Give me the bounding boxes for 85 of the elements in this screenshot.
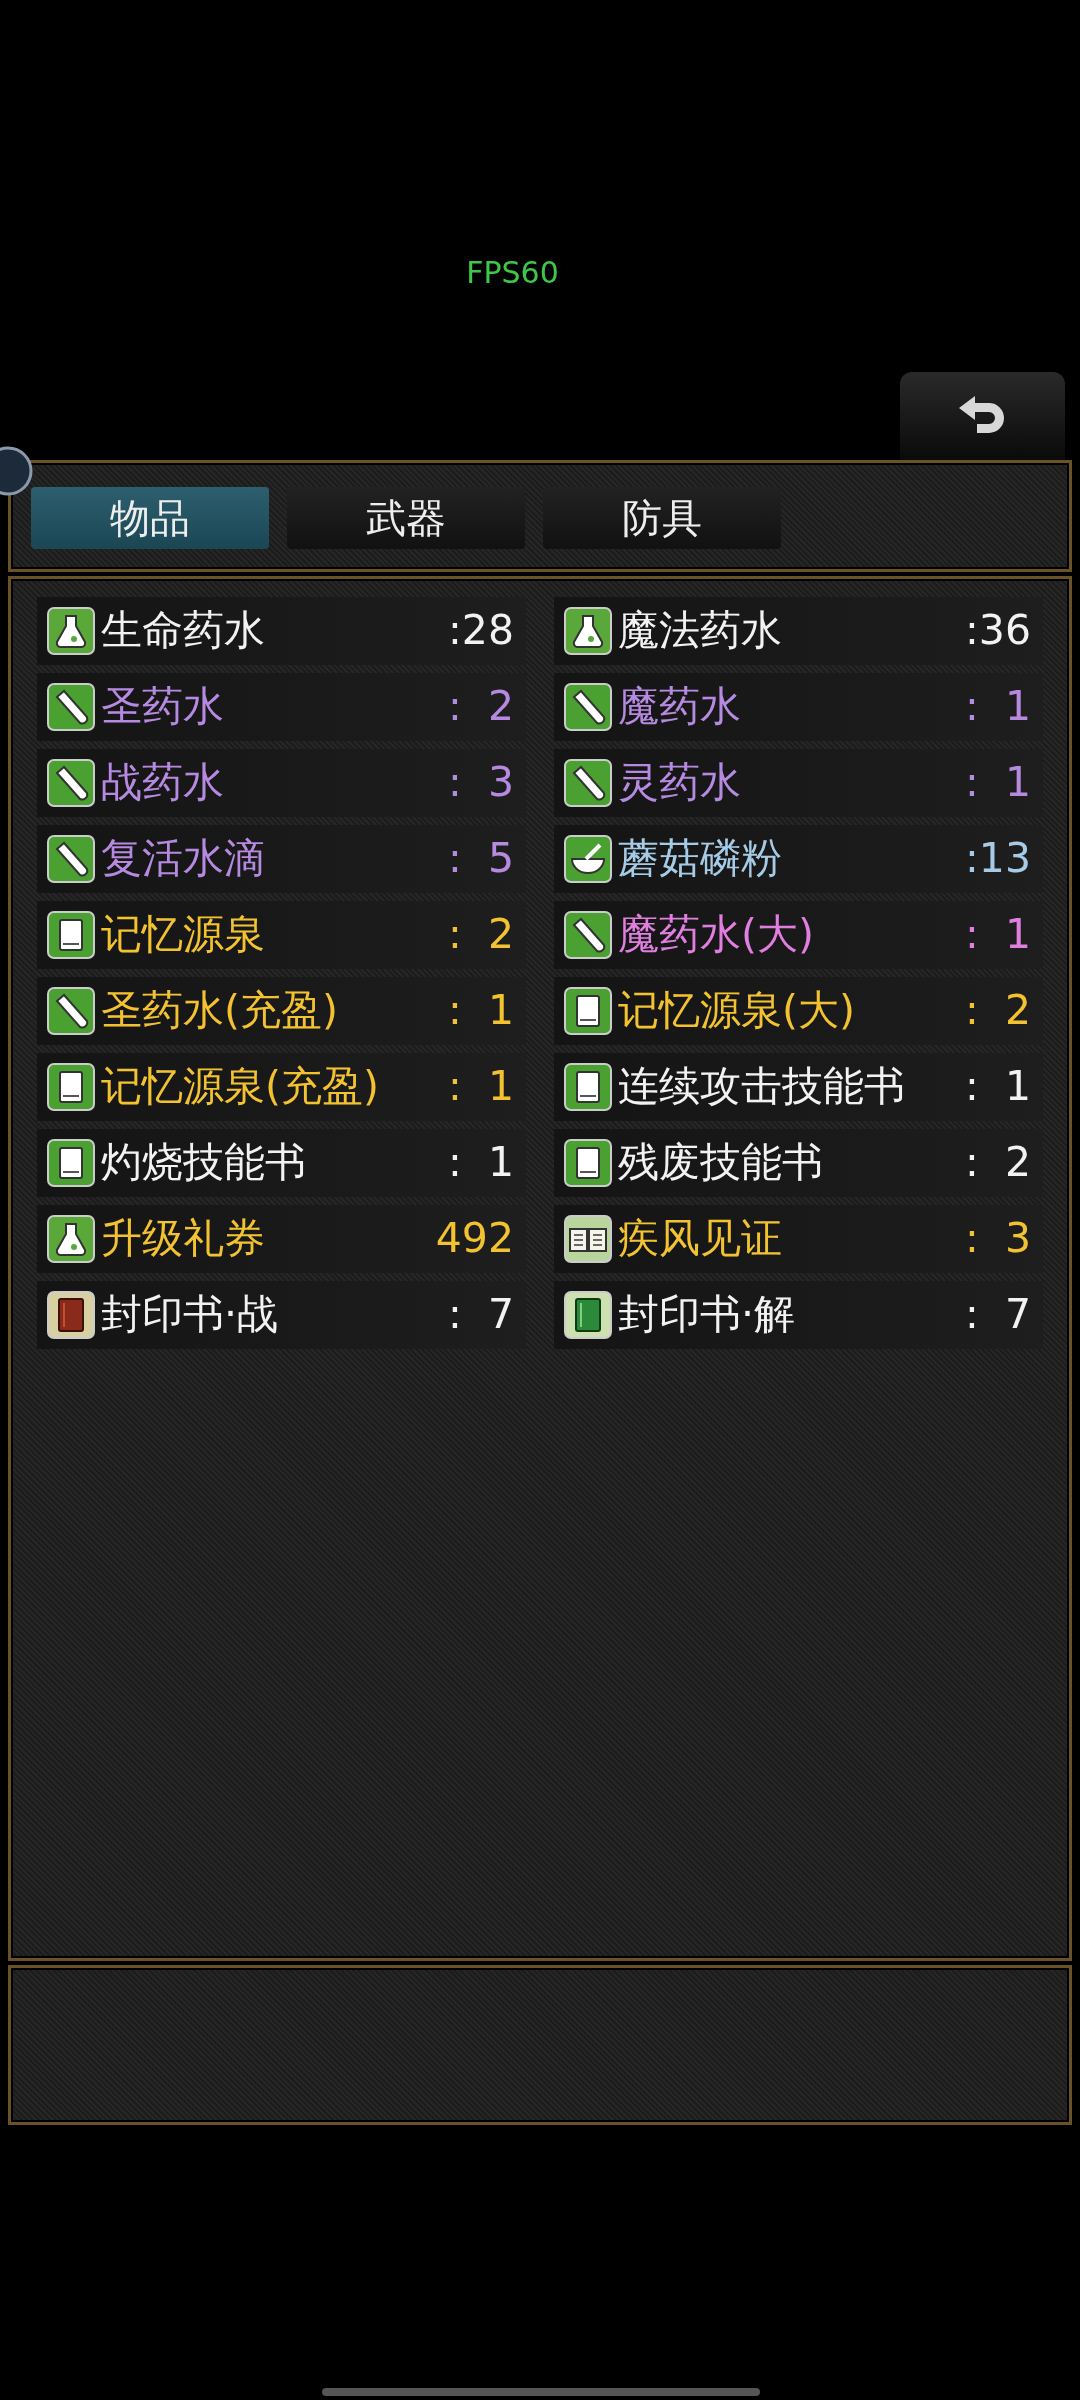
item-count: : 1 xyxy=(965,681,1031,733)
back-button[interactable] xyxy=(900,372,1065,460)
flask-icon xyxy=(564,607,612,655)
test-tube-icon xyxy=(564,911,612,959)
inventory-item[interactable]: 封印书·战 : 7 xyxy=(37,1281,526,1349)
item-count: : 2 xyxy=(965,1137,1031,1189)
inventory-item[interactable]: 灼烧技能书 : 1 xyxy=(37,1129,526,1197)
item-name: 蘑菇磷粉 xyxy=(618,833,783,885)
book-icon xyxy=(564,1139,612,1187)
inventory-item[interactable]: 魔药水 : 1 xyxy=(554,673,1043,741)
inventory-item[interactable]: 魔药水(大) : 1 xyxy=(554,901,1043,969)
item-count: : 2 xyxy=(965,985,1031,1037)
item-name: 记忆源泉 xyxy=(101,909,266,961)
item-name: 圣药水(充盈) xyxy=(101,985,339,1037)
inventory-item[interactable]: 连续攻击技能书 : 1 xyxy=(554,1053,1043,1121)
item-count: : 5 xyxy=(448,833,514,885)
inventory-item[interactable]: 残废技能书 : 2 xyxy=(554,1129,1043,1197)
inventory-item[interactable]: 圣药水(充盈) : 1 xyxy=(37,977,526,1045)
inventory-item[interactable]: 记忆源泉 : 2 xyxy=(37,901,526,969)
test-tube-icon xyxy=(564,683,612,731)
inventory-item[interactable]: 魔法药水 :36 xyxy=(554,597,1043,665)
item-name: 记忆源泉(大) xyxy=(618,985,856,1037)
item-name: 复活水滴 xyxy=(101,833,266,885)
item-count: : 7 xyxy=(965,1289,1031,1341)
book-icon xyxy=(564,1291,612,1339)
inventory-item[interactable]: 封印书·解 : 7 xyxy=(554,1281,1043,1349)
item-name: 封印书·解 xyxy=(618,1289,797,1341)
inventory-item[interactable]: 战药水 : 3 xyxy=(37,749,526,817)
item-name: 封印书·战 xyxy=(101,1289,280,1341)
item-name: 疾风见证 xyxy=(618,1213,783,1265)
item-count: : 2 xyxy=(448,909,514,961)
item-count: : 2 xyxy=(448,681,514,733)
fps-counter: FPS60 xyxy=(465,254,560,292)
item-name: 生命药水 xyxy=(101,605,266,657)
inventory-item[interactable]: 圣药水 : 2 xyxy=(37,673,526,741)
item-name: 魔法药水 xyxy=(618,605,783,657)
item-count: : 3 xyxy=(448,757,514,809)
item-count: : 1 xyxy=(448,985,514,1037)
book-icon xyxy=(47,911,95,959)
item-name: 魔药水 xyxy=(618,681,742,733)
book-icon xyxy=(564,987,612,1035)
book-icon xyxy=(47,1139,95,1187)
item-count: :28 xyxy=(448,605,514,657)
book-icon xyxy=(47,1291,95,1339)
inventory-item[interactable]: 蘑菇磷粉 :13 xyxy=(554,825,1043,893)
item-count: : 3 xyxy=(965,1213,1031,1265)
inventory-item[interactable]: 疾风见证 : 3 xyxy=(554,1205,1043,1273)
inventory-item[interactable]: 记忆源泉(大) : 2 xyxy=(554,977,1043,1045)
item-name: 记忆源泉(充盈) xyxy=(101,1061,380,1113)
item-name: 战药水 xyxy=(101,757,225,809)
item-name: 灵药水 xyxy=(618,757,742,809)
test-tube-icon xyxy=(47,987,95,1035)
item-name: 连续攻击技能书 xyxy=(618,1061,906,1113)
item-count: :36 xyxy=(965,605,1031,657)
item-name: 升级礼券 xyxy=(101,1213,266,1265)
inventory-item[interactable]: 灵药水 : 1 xyxy=(554,749,1043,817)
inventory-item[interactable]: 复活水滴 : 5 xyxy=(37,825,526,893)
item-count: : 7 xyxy=(448,1289,514,1341)
book-icon xyxy=(47,1063,95,1111)
item-count: : 1 xyxy=(965,1061,1031,1113)
item-name: 圣药水 xyxy=(101,681,225,733)
item-count: : 1 xyxy=(448,1137,514,1189)
item-name: 灼烧技能书 xyxy=(101,1137,307,1189)
inventory-item[interactable]: 升级礼券 492 xyxy=(37,1205,526,1273)
item-count: : 1 xyxy=(965,757,1031,809)
item-count: : 1 xyxy=(448,1061,514,1113)
inventory-item[interactable]: 记忆源泉(充盈) : 1 xyxy=(37,1053,526,1121)
tab[interactable]: 武器 xyxy=(287,487,525,549)
bowl-icon xyxy=(564,835,612,883)
book-icon xyxy=(564,1063,612,1111)
item-name: 魔药水(大) xyxy=(618,909,815,961)
test-tube-icon xyxy=(47,835,95,883)
item-count: :13 xyxy=(965,833,1031,885)
item-count: : 1 xyxy=(965,909,1031,961)
test-tube-icon xyxy=(47,759,95,807)
open-book-icon xyxy=(564,1215,612,1263)
inventory-item[interactable]: 生命药水 :28 xyxy=(37,597,526,665)
tab[interactable]: 物品 xyxy=(31,487,269,549)
tab[interactable]: 防具 xyxy=(543,487,781,549)
item-count: 492 xyxy=(435,1213,514,1265)
item-name: 残废技能书 xyxy=(618,1137,824,1189)
flask-icon xyxy=(47,1215,95,1263)
test-tube-icon xyxy=(564,759,612,807)
test-tube-icon xyxy=(47,683,95,731)
flask-icon xyxy=(47,607,95,655)
